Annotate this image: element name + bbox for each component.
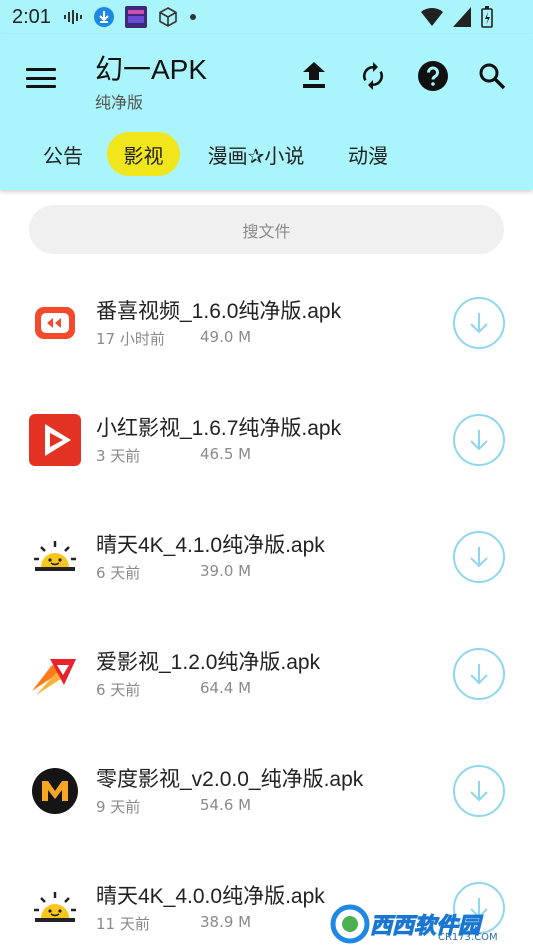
file-time: 9 天前 (96, 798, 141, 816)
tab-comics-novels[interactable]: 漫画✰小说 (193, 132, 319, 176)
xiaohong-app-icon (29, 414, 81, 466)
search-input[interactable]: 搜文件 (29, 205, 504, 254)
file-time: 11 天前 (96, 915, 150, 933)
app-title: 幻一APK (95, 54, 208, 85)
download-icon (470, 547, 488, 568)
file-time: 6 天前 (96, 681, 141, 699)
file-name: 番喜视频_1.6.0纯净版.apk (96, 300, 342, 323)
watermark-logo-icon (330, 904, 370, 944)
refresh-icon (362, 62, 384, 90)
download-button[interactable] (453, 531, 505, 583)
file-name: 小红影视_1.6.7纯净版.apk (96, 417, 342, 440)
qingtian-app-icon (29, 531, 81, 583)
audio-wave-icon (63, 9, 83, 25)
file-size: 54.6 M (200, 796, 252, 814)
list-item[interactable]: 爱影视_1.2.0纯净版.apk 6 天前 64.4 M (0, 616, 533, 733)
app-bar: 幻一APK 纯净版 公告 影视 漫画✰小说 动漫 (0, 34, 533, 190)
download-icon (470, 313, 488, 334)
search-button[interactable] (472, 56, 512, 96)
help-button[interactable] (413, 56, 453, 96)
fanxi-app-icon (29, 297, 81, 349)
file-time: 17 小时前 (96, 330, 165, 348)
qingtian-app-icon (29, 882, 81, 934)
download-notification-icon (93, 6, 115, 28)
file-name: 晴天4K_4.1.0纯净版.apk (96, 534, 325, 557)
list-item[interactable]: 小红影视_1.6.7纯净版.apk 3 天前 46.5 M (0, 382, 533, 499)
list-item[interactable]: 番喜视频_1.6.0纯净版.apk 17 小时前 49.0 M (0, 265, 533, 382)
file-size: 64.4 M (200, 679, 252, 697)
help-icon (418, 61, 448, 91)
file-time: 3 天前 (96, 447, 141, 465)
file-size: 38.9 M (200, 913, 252, 931)
search-icon (479, 63, 506, 90)
status-bar: 2:01 (0, 0, 533, 34)
file-name: 爱影视_1.2.0纯净版.apk (96, 651, 321, 674)
upload-icon (303, 62, 325, 88)
app-subtitle: 纯净版 (95, 93, 144, 112)
hamburger-icon (26, 68, 56, 71)
app-thumbnail-icon (124, 6, 147, 28)
file-size: 49.0 M (200, 328, 252, 346)
menu-button[interactable] (24, 64, 58, 92)
download-button[interactable] (453, 765, 505, 817)
cube-icon (157, 6, 179, 28)
download-icon (470, 430, 488, 451)
watermark-sub: CR173.COM (438, 932, 498, 943)
download-icon (470, 781, 488, 802)
status-time: 2:01 (12, 5, 51, 28)
download-button[interactable] (453, 414, 505, 466)
download-icon (470, 664, 488, 685)
signal-icon (453, 7, 471, 32)
tab-announcements[interactable]: 公告 (28, 132, 98, 176)
list-item[interactable]: 晴天4K_4.1.0纯净版.apk 6 天前 39.0 M (0, 499, 533, 616)
refresh-button[interactable] (353, 56, 393, 96)
upload-button[interactable] (294, 56, 334, 96)
download-button[interactable] (453, 648, 505, 700)
tab-bar: 公告 影视 漫画✰小说 动漫 (0, 130, 533, 178)
list-item[interactable]: 零度影视_v2.0.0_纯净版.apk 9 天前 54.6 M (0, 733, 533, 850)
watermark: 西西软件园 CR173.COM (330, 902, 520, 946)
download-button[interactable] (453, 297, 505, 349)
lingdu-app-icon (29, 765, 81, 817)
file-size: 39.0 M (200, 562, 252, 580)
battery-icon (481, 6, 493, 33)
tab-anime[interactable]: 动漫 (334, 132, 402, 176)
tab-movies[interactable]: 影视 (107, 132, 180, 176)
aiyingshi-app-icon (29, 648, 81, 700)
dot-icon (189, 13, 197, 21)
wifi-icon (421, 7, 443, 32)
file-time: 6 天前 (96, 564, 141, 582)
file-size: 46.5 M (200, 445, 252, 463)
file-name: 零度影视_v2.0.0_纯净版.apk (96, 768, 364, 791)
file-name: 晴天4K_4.0.0纯净版.apk (96, 885, 325, 908)
